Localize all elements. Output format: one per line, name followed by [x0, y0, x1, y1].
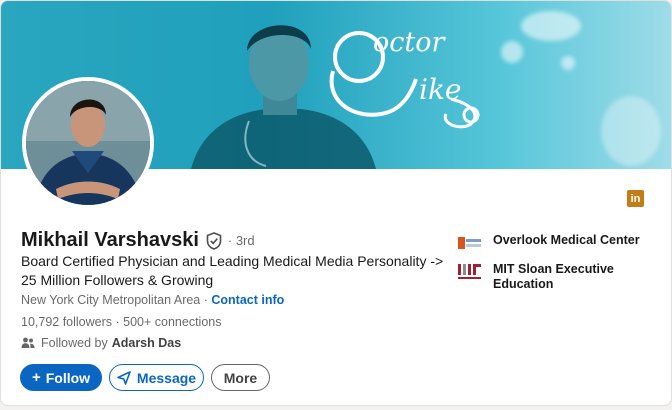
- overlook-logo-icon: [458, 237, 481, 249]
- org-overlook[interactable]: Overlook Medical Center: [458, 233, 653, 252]
- followed-by-row[interactable]: Followed by Adarsh Das: [21, 336, 181, 350]
- people-icon: [21, 337, 35, 348]
- profile-card: octor ike in Mikhail Varshavski · 3rd Bo…: [0, 0, 672, 406]
- stats-separator: ·: [112, 315, 124, 329]
- location-row: New York City Metropolitan Area · Contac…: [21, 293, 284, 307]
- name-row: Mikhail Varshavski · 3rd: [21, 229, 255, 252]
- plus-icon: +: [31, 369, 41, 386]
- connection-degree: · 3rd: [227, 233, 255, 248]
- location-separator: ·: [200, 293, 212, 307]
- profile-headline: Board Certified Physician and Leading Me…: [21, 253, 444, 288]
- profile-avatar[interactable]: [22, 77, 154, 209]
- message-button-label: Message: [136, 369, 197, 386]
- connections-count[interactable]: 500+ connections: [123, 315, 221, 329]
- logo-word-ike: ike: [419, 73, 462, 106]
- org-name: Overlook Medical Center: [493, 233, 640, 247]
- org-name: MIT Sloan Executive Education: [493, 262, 614, 291]
- logo-word-octor: octor: [373, 27, 445, 58]
- org-mit-sloan[interactable]: MIT Sloan Executive Education: [458, 262, 653, 292]
- more-button-label: More: [223, 369, 258, 386]
- profile-location: New York City Metropolitan Area: [21, 293, 201, 307]
- shield-check-icon[interactable]: [206, 231, 222, 250]
- follow-button[interactable]: + Follow: [20, 364, 102, 391]
- followed-by-name: Adarsh Das: [111, 336, 182, 350]
- linkedin-logo-icon[interactable]: in: [627, 190, 644, 207]
- stats-row: 10,792 followers · 500+ connections: [21, 315, 221, 329]
- more-button[interactable]: More: [211, 364, 270, 391]
- avatar-photo: [26, 81, 150, 205]
- mit-logo-icon: [458, 264, 481, 279]
- profile-name: Mikhail Varshavski: [21, 229, 199, 251]
- followers-count: 10,792 followers: [21, 315, 113, 329]
- send-icon: [117, 370, 131, 385]
- contact-info-link[interactable]: Contact info: [211, 293, 284, 307]
- follow-button-label: Follow: [45, 369, 91, 386]
- followed-by-prefix: Followed by: [41, 336, 108, 350]
- message-button[interactable]: Message: [109, 364, 204, 391]
